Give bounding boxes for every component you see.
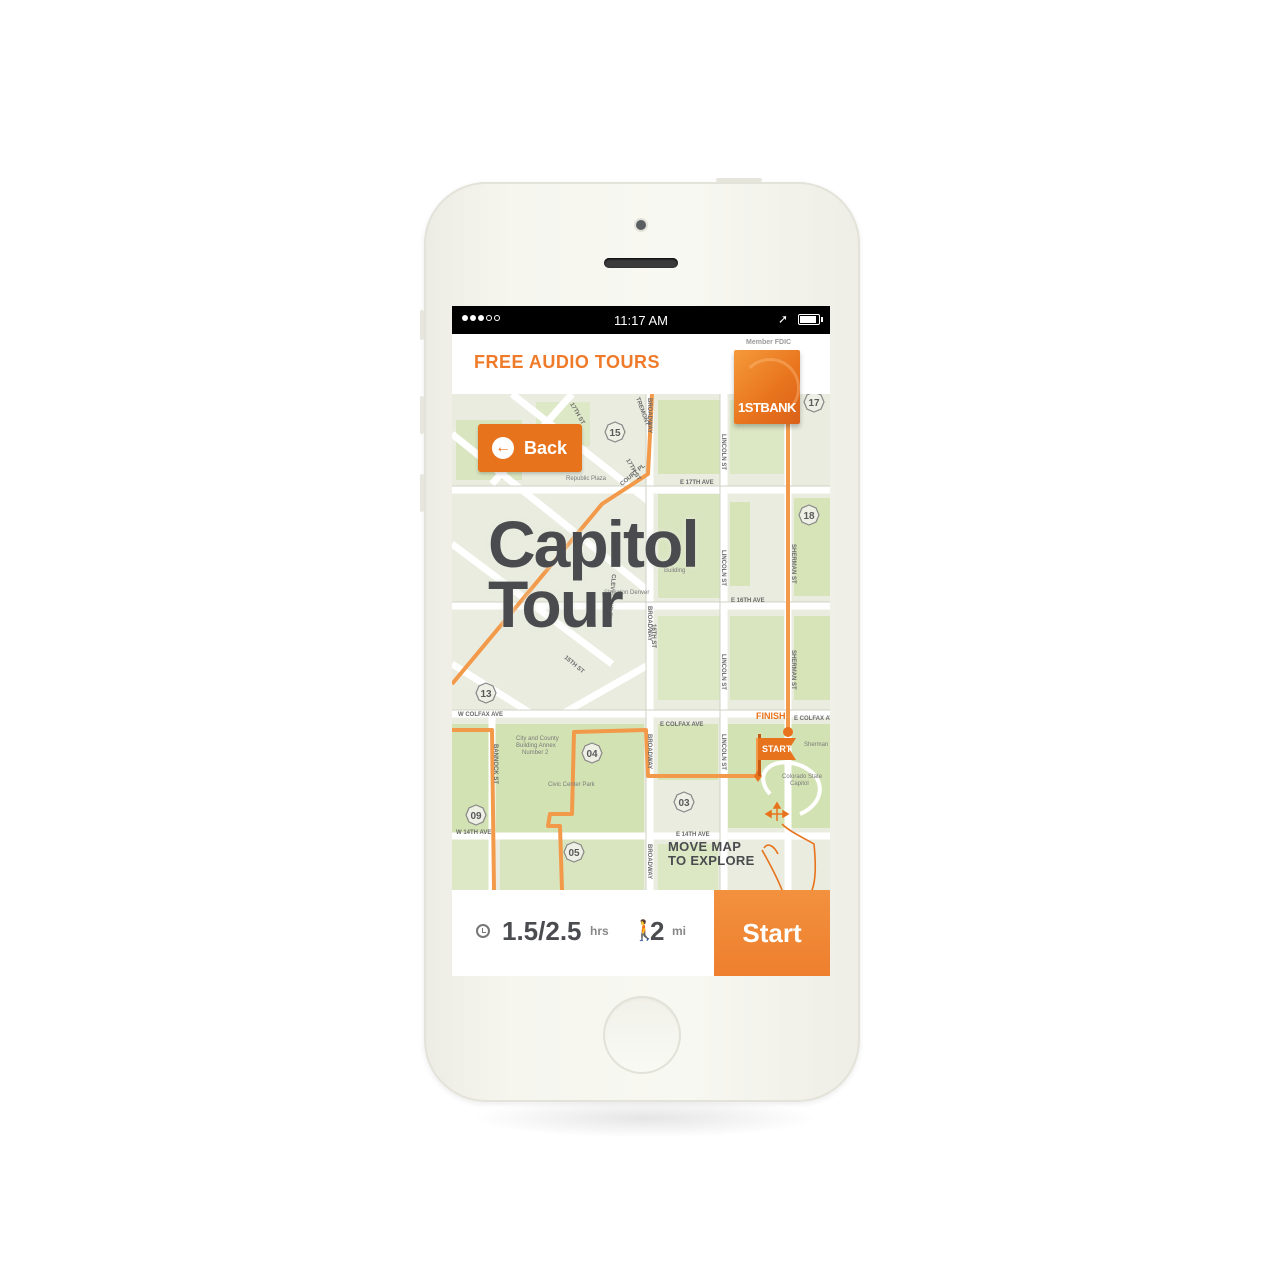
- app-screen: 11:17 AM ➚ FREE AUDIO TOURS Member FDIC …: [452, 306, 830, 976]
- status-bar: 11:17 AM ➚: [452, 306, 830, 334]
- street-label: LINCOLN ST: [720, 654, 726, 690]
- street-label: BROADWAY: [646, 844, 652, 879]
- back-button-label: Back: [524, 438, 568, 458]
- svg-text:03: 03: [678, 798, 690, 809]
- street-label: E COLFAX AVE: [794, 716, 830, 722]
- street-label: 15TH ST: [563, 655, 586, 675]
- distance-unit: mi: [672, 924, 687, 938]
- place-label: Civic Center Park: [548, 782, 596, 788]
- status-time: 11:17 AM: [614, 313, 668, 328]
- start-button[interactable]: Start: [714, 890, 830, 976]
- street-label: W COLFAX AVE: [458, 712, 503, 718]
- street-label: E COLFAX AVE: [660, 722, 703, 728]
- clock-icon: [476, 924, 490, 938]
- map-block: [658, 724, 718, 780]
- header-title: FREE AUDIO TOURS: [474, 352, 661, 372]
- street-label: SHERMAN ST: [790, 650, 796, 690]
- tour-title: Capitol Tour: [488, 507, 700, 641]
- stop-marker-09: 09: [465, 804, 487, 826]
- place-label: Number 2: [522, 750, 549, 756]
- tour-title-line2: Tour: [488, 567, 624, 641]
- map-block: [658, 400, 720, 474]
- finish-marker: [783, 727, 793, 737]
- phone-shadow: [470, 1098, 820, 1138]
- explore-hint: MOVE MAP TO EXPLORE: [668, 840, 755, 868]
- street-label: LINCOLN ST: [720, 434, 726, 470]
- arrow-left-icon: ←: [492, 437, 514, 459]
- map-block: [794, 616, 830, 700]
- volume-down-button: [420, 474, 424, 512]
- home-button[interactable]: [603, 996, 681, 1074]
- volume-up-button: [420, 396, 424, 434]
- map-block: [730, 502, 750, 586]
- place-label: Colorado State: [782, 774, 823, 780]
- place-label: Sherman St: [804, 742, 830, 748]
- stop-marker-13: 13: [475, 682, 497, 704]
- finish-label: FINISH: [756, 711, 786, 721]
- map-block: [730, 616, 784, 700]
- street-label: E 14TH AVE: [676, 832, 710, 838]
- svg-text:18: 18: [803, 511, 815, 522]
- stop-marker-05: 05: [563, 841, 585, 863]
- svg-text:17: 17: [808, 398, 820, 409]
- stop-marker-15: 15: [604, 421, 626, 443]
- svg-text:05: 05: [568, 848, 580, 859]
- svg-text:15: 15: [609, 428, 621, 439]
- svg-text:04: 04: [586, 749, 598, 760]
- duration-unit: hrs: [590, 924, 609, 938]
- place-label: Building Annex: [516, 743, 556, 749]
- stop-marker-04: 04: [581, 742, 603, 764]
- duration-value: 1.5/2.5: [502, 916, 582, 946]
- bank-logo[interactable]: 1STBANK: [734, 350, 800, 424]
- street-label: LINCOLN ST: [720, 734, 726, 770]
- svg-text:09: 09: [470, 811, 482, 822]
- explore-hint-line2: TO EXPLORE: [668, 853, 755, 868]
- street-label: BANNOCK ST: [492, 744, 498, 784]
- battery-icon: [798, 314, 823, 325]
- bank-logo-text: 1STBANK: [738, 400, 796, 415]
- street-label: LINCOLN ST: [720, 550, 726, 586]
- stop-marker-17: 17: [803, 394, 825, 413]
- distance-value: 2: [650, 916, 665, 946]
- svg-text:13: 13: [480, 689, 492, 700]
- street-label: W 14TH AVE: [456, 830, 491, 836]
- tour-map[interactable]: 15 18 13 04 03 09 05 17 E 17TH AVE E 16T…: [452, 394, 830, 890]
- street-label: BROADWAY: [646, 734, 652, 769]
- power-button: [716, 178, 762, 182]
- tour-title-line1: Capitol: [488, 507, 700, 581]
- street-label: SHERMAN ST: [790, 544, 796, 584]
- place-label: City and County: [516, 736, 559, 742]
- stop-marker-18: 18: [798, 504, 820, 526]
- place-label: Capitol: [790, 781, 809, 787]
- explore-hint-line1: MOVE MAP: [668, 839, 742, 854]
- fdic-label: Member FDIC: [746, 339, 792, 346]
- back-button[interactable]: ← Back: [478, 424, 582, 472]
- place-label: Republic Plaza: [566, 476, 607, 482]
- location-arrow-icon: ➚: [777, 312, 788, 326]
- street-label: E 16TH AVE: [731, 598, 765, 604]
- earpiece-speaker: [604, 258, 678, 268]
- map-block: [452, 834, 490, 890]
- front-camera: [636, 220, 646, 230]
- street-label: E 17TH AVE: [680, 480, 714, 486]
- stop-marker-03: 03: [673, 791, 695, 813]
- mute-switch: [420, 310, 424, 340]
